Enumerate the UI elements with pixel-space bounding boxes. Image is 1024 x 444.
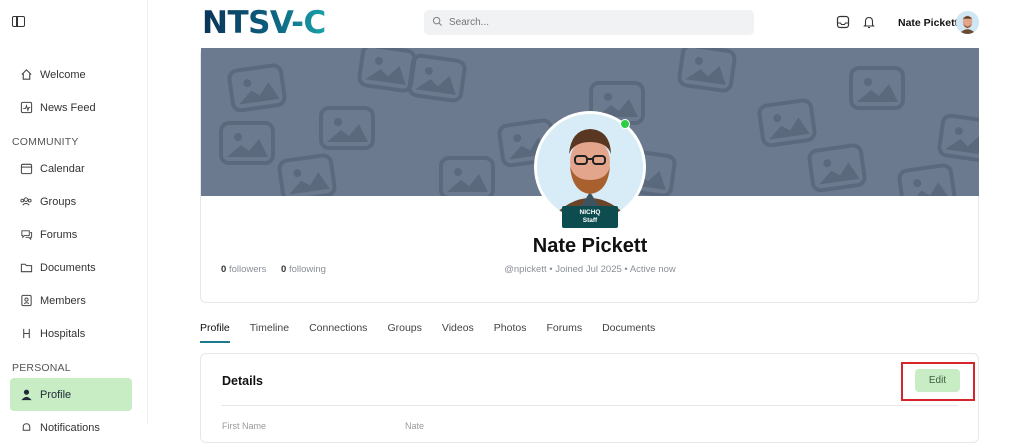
cover-pattern-icon xyxy=(439,156,495,196)
sidebar-item-label: Calendar xyxy=(40,162,85,175)
cover-pattern-icon xyxy=(227,63,287,113)
sidebar-item-members[interactable]: Members xyxy=(10,284,132,317)
following-number: 0 xyxy=(281,264,287,275)
sidebar-item-hospitals[interactable]: Hospitals xyxy=(10,317,132,350)
details-card: Details Edit First Name Nate xyxy=(200,353,979,443)
sidebar-item-news-feed[interactable]: News Feed xyxy=(10,91,132,124)
staff-badge-line2: Staff xyxy=(582,217,598,224)
tab-photos[interactable]: Photos xyxy=(494,322,527,343)
members-icon xyxy=(19,294,33,308)
tab-documents[interactable]: Documents xyxy=(602,322,655,343)
notification-bell-icon[interactable] xyxy=(862,15,876,29)
top-bar: NTSV-C Nate Pickett xyxy=(148,0,1024,48)
profile-tabs: Profile Timeline Connections Groups Vide… xyxy=(200,322,675,343)
sidebar-item-forums[interactable]: Forums xyxy=(10,218,132,251)
cover-pattern-icon xyxy=(757,98,817,148)
sidebar-item-label: Notifications xyxy=(40,421,100,434)
highlight-box xyxy=(901,362,975,401)
activity-icon xyxy=(19,101,33,115)
user-icon xyxy=(19,388,33,402)
sidebar-item-label: Documents xyxy=(40,261,96,274)
following-label: following xyxy=(288,264,326,275)
sidebar-item-welcome[interactable]: Welcome xyxy=(10,58,132,91)
cover-pattern-icon xyxy=(897,163,957,196)
field-value-first-name: Nate xyxy=(405,421,425,431)
sidebar-item-label: Hospitals xyxy=(40,327,86,340)
sidebar-item-label: Groups xyxy=(40,195,77,208)
cover-pattern-icon xyxy=(219,121,275,165)
followers-count[interactable]: 0 followers xyxy=(221,264,266,275)
cover-pattern-icon xyxy=(407,53,467,103)
header-avatar[interactable] xyxy=(956,11,979,34)
profile-meta: @npickett • Joined Jul 2025 • Active now xyxy=(504,264,676,275)
online-status-indicator xyxy=(620,119,630,129)
groups-icon xyxy=(19,195,33,209)
sidebar-item-documents[interactable]: Documents xyxy=(10,251,132,284)
cover-pattern-icon xyxy=(357,48,417,93)
search-input[interactable] xyxy=(449,17,729,28)
cover-pattern-icon xyxy=(807,143,867,193)
cover-pattern-icon xyxy=(277,153,337,196)
site-logo[interactable]: NTSV-C xyxy=(202,5,326,41)
field-label-first-name: First Name xyxy=(222,421,267,431)
cover-pattern-icon xyxy=(849,66,905,110)
sidebar-item-label: News Feed xyxy=(40,101,96,114)
header-user-name[interactable]: Nate Pickett xyxy=(898,17,958,29)
cover-pattern-icon xyxy=(319,106,375,150)
staff-badge-line1: NICHQ xyxy=(579,209,601,216)
hospital-icon xyxy=(19,327,33,341)
tab-timeline[interactable]: Timeline xyxy=(250,322,289,343)
staff-badge: NICHQ Staff xyxy=(562,206,618,228)
sidebar-item-calendar[interactable]: Calendar xyxy=(10,152,132,185)
sidebar-item-label: Forums xyxy=(40,228,78,241)
tab-groups[interactable]: Groups xyxy=(387,322,421,343)
cover-pattern-icon xyxy=(937,113,979,163)
home-icon xyxy=(19,68,33,82)
inbox-icon[interactable] xyxy=(836,15,850,29)
sidebar-item-notifications[interactable]: Notifications xyxy=(10,411,132,444)
calendar-icon xyxy=(19,162,33,176)
details-title: Details xyxy=(222,374,263,388)
bell-icon xyxy=(19,421,33,435)
followers-number: 0 xyxy=(221,264,227,275)
sidebar-toggle-icon[interactable] xyxy=(12,16,25,27)
tab-forums[interactable]: Forums xyxy=(547,322,583,343)
tab-connections[interactable]: Connections xyxy=(309,322,367,343)
sidebar-item-label: Members xyxy=(40,294,86,307)
section-label-personal: PERSONAL xyxy=(12,362,71,374)
sidebar: Welcome News Feed COMMUNITY Calendar Gro… xyxy=(0,0,148,434)
sidebar-item-label: Profile xyxy=(40,388,72,401)
chat-icon xyxy=(19,228,33,242)
search-bar[interactable] xyxy=(424,10,754,35)
tab-videos[interactable]: Videos xyxy=(442,322,474,343)
profile-name: Nate Pickett xyxy=(532,235,648,257)
search-icon xyxy=(432,14,443,32)
sidebar-item-profile[interactable]: Profile xyxy=(10,378,132,411)
section-label-community: COMMUNITY xyxy=(12,136,79,148)
sidebar-item-label: Welcome xyxy=(40,68,86,81)
divider xyxy=(221,405,958,406)
sidebar-item-groups[interactable]: Groups xyxy=(10,185,132,218)
followers-label: followers xyxy=(228,264,267,275)
tab-profile[interactable]: Profile xyxy=(200,322,230,343)
folder-icon xyxy=(19,261,33,275)
cover-pattern-icon xyxy=(677,48,737,93)
following-count[interactable]: 0 following xyxy=(281,264,326,275)
